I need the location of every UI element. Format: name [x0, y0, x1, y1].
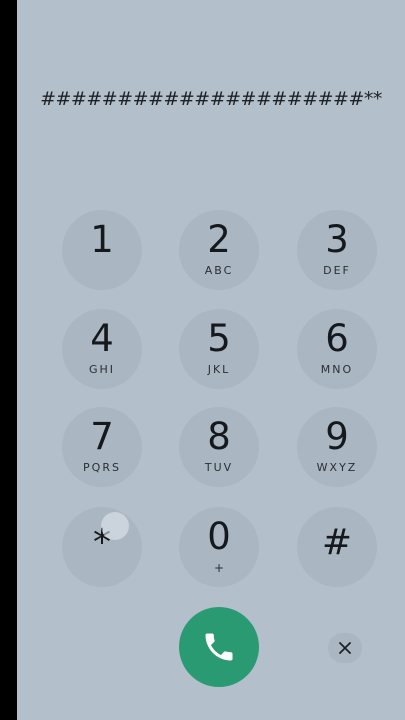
key-letters: WXYZ: [316, 461, 358, 474]
key-digit: 6: [325, 317, 349, 360]
key-letters: TUV: [204, 461, 234, 474]
left-edge-strip: [0, 0, 17, 720]
close-icon: [339, 642, 351, 654]
key-6[interactable]: 6 MNO: [297, 309, 377, 389]
dialed-number-display: #####################**: [40, 88, 382, 110]
key-digit: 0: [207, 515, 231, 558]
dialer-screen: #####################** 1 2 ABC 3 DEF 4 …: [17, 0, 405, 720]
key-1[interactable]: 1: [62, 210, 142, 290]
key-digit: 4: [90, 317, 114, 360]
key-3[interactable]: 3 DEF: [297, 210, 377, 290]
key-5[interactable]: 5 JKL: [179, 309, 259, 389]
key-7[interactable]: 7 PQRS: [62, 407, 142, 487]
key-0[interactable]: 0 +: [179, 507, 259, 587]
key-8[interactable]: 8 TUV: [179, 407, 259, 487]
key-hash[interactable]: #: [297, 507, 377, 587]
call-button[interactable]: [179, 607, 259, 687]
key-letters: MNO: [320, 363, 354, 376]
key-4[interactable]: 4 GHI: [62, 309, 142, 389]
touch-ripple: [101, 512, 129, 540]
key-letters: GHI: [88, 363, 116, 376]
key-letters: +: [213, 561, 225, 575]
key-letters: ABC: [204, 264, 234, 277]
key-letters: DEF: [323, 264, 351, 277]
key-digit: 5: [207, 317, 231, 360]
key-digit: 8: [207, 415, 231, 458]
key-digit: 3: [325, 218, 349, 261]
key-2[interactable]: 2 ABC: [179, 210, 259, 290]
phone-icon: [205, 633, 233, 661]
key-letters: PQRS: [83, 461, 121, 474]
key-digit: 7: [90, 415, 114, 458]
key-digit: 1: [90, 218, 114, 261]
key-digit: 2: [207, 218, 231, 261]
delete-button[interactable]: [328, 633, 362, 663]
key-letters: JKL: [207, 363, 231, 376]
key-digit: #: [321, 522, 353, 563]
key-digit: 9: [325, 415, 349, 458]
key-9[interactable]: 9 WXYZ: [297, 407, 377, 487]
